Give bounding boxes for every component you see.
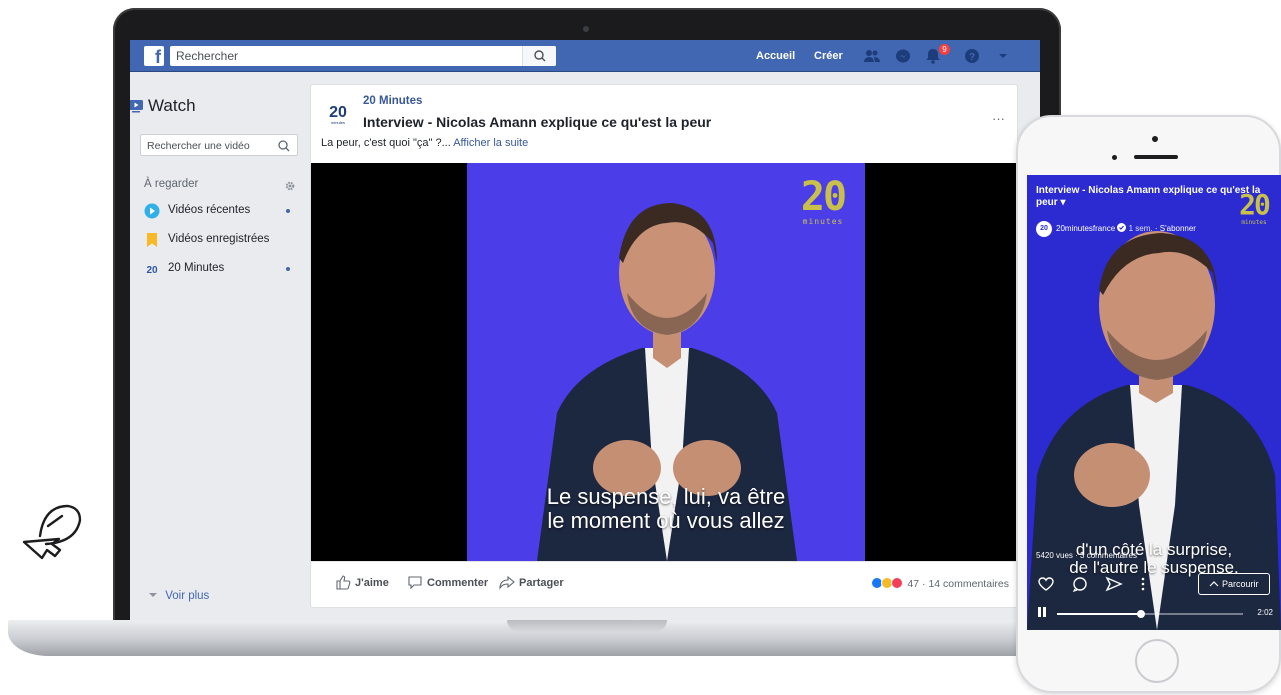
- verified-badge-icon: [1117, 223, 1127, 233]
- browse-icon: [1210, 581, 1219, 587]
- video-search-placeholder: Rechercher une vidéo: [147, 140, 250, 152]
- sidebar-item-recent-videos[interactable]: Vidéos récentes: [144, 200, 294, 222]
- phone-sensor: [1112, 155, 1117, 160]
- more-options-icon[interactable]: ···: [992, 111, 1005, 126]
- comments-count[interactable]: 14 commentaires: [928, 578, 1009, 590]
- playback-progress-fill: [1057, 613, 1141, 615]
- phone-camera: [1152, 136, 1158, 142]
- see-more-link[interactable]: Voir plus: [148, 590, 209, 602]
- page-avatar[interactable]: 20minutes: [323, 97, 353, 127]
- subtitle-line-1: Le suspense, lui, va être: [546, 484, 786, 509]
- notification-badge: 9: [939, 44, 950, 55]
- unread-dot: [286, 267, 290, 271]
- post-text-body: La peur, c'est quoi "ça" ?...: [321, 137, 451, 149]
- svg-text:20: 20: [146, 265, 158, 276]
- video-search-field[interactable]: Rechercher une vidéo: [140, 134, 298, 156]
- more-options-icon[interactable]: [1140, 576, 1146, 592]
- phone-video-duration: 2:02: [1257, 608, 1273, 617]
- phone-time-ago: 1 sem.: [1128, 224, 1153, 234]
- phone-channel-avatar[interactable]: 20: [1036, 221, 1052, 237]
- chevron-down-icon: [149, 593, 157, 597]
- video-post-card: 20 minutes 20 Minutes Interview - Nicolas…: [310, 84, 1019, 608]
- share-icon: [499, 575, 515, 590]
- watermark-sub: minutes: [802, 217, 844, 226]
- svg-text:20: 20: [329, 104, 347, 121]
- like-label: J'aime: [355, 577, 389, 589]
- watch-icon: [130, 100, 143, 113]
- see-more-label: Voir plus: [165, 590, 210, 602]
- play-icon: [144, 203, 160, 219]
- svg-text:?: ?: [969, 52, 975, 63]
- heart-icon[interactable]: [1037, 576, 1055, 592]
- watch-title-label: Watch: [148, 96, 196, 115]
- share-button[interactable]: Partager: [499, 574, 564, 590]
- search-icon: [534, 50, 546, 62]
- search-input[interactable]: Rechercher: [176, 49, 516, 63]
- phone-account-name[interactable]: 20minutesfrance: [1056, 224, 1115, 233]
- browse-button[interactable]: Parcourir: [1198, 573, 1270, 595]
- search-button[interactable]: [522, 46, 556, 66]
- post-title[interactable]: Interview - Nicolas Amann explique ce qu…: [363, 114, 711, 130]
- comment-icon[interactable]: [1071, 576, 1089, 592]
- svg-text:minutes: minutes: [331, 120, 345, 125]
- sidebar-item-20-minutes[interactable]: 20 20 Minutes: [144, 258, 294, 280]
- share-label: Partager: [519, 577, 564, 589]
- sidebar-heading-label: À regarder: [144, 178, 199, 190]
- comment-label: Commenter: [427, 577, 489, 589]
- top-bar: f Rechercher Accueil Créer 9 ?: [130, 40, 1040, 72]
- create-link[interactable]: Créer: [814, 50, 843, 62]
- subtitle-line-2: le moment où vous allez: [547, 508, 785, 533]
- stage: f Rechercher Accueil Créer 9 ? Watch Rec…: [0, 0, 1281, 695]
- messenger-icon[interactable]: [894, 48, 912, 64]
- search-icon: [278, 140, 290, 152]
- sidebar-item-label: Vidéos récentes: [168, 204, 251, 216]
- sidebar-item-saved-videos[interactable]: Vidéos enregistrées: [144, 229, 294, 251]
- facebook-logo-icon[interactable]: f: [144, 46, 164, 67]
- home-link[interactable]: Accueil: [756, 50, 795, 62]
- pause-icon[interactable]: [1037, 606, 1047, 618]
- friends-icon[interactable]: [863, 48, 881, 64]
- account-menu-chevron-down-icon[interactable]: [994, 48, 1012, 64]
- bookmark-icon: [147, 233, 157, 247]
- search-box[interactable]: Rechercher: [170, 46, 556, 66]
- send-icon[interactable]: [1105, 576, 1123, 592]
- comment-icon: [408, 576, 422, 590]
- reactions-summary[interactable]: 47 · 14 commentaires: [871, 577, 1009, 590]
- watch-title[interactable]: Watch: [130, 96, 196, 116]
- help-icon[interactable]: ?: [963, 48, 981, 64]
- phone-speaker: [1134, 155, 1178, 159]
- channel-watermark: 20 minutes: [799, 177, 847, 226]
- pointer-cursor-icon: [22, 504, 82, 560]
- unread-dot: [286, 209, 290, 213]
- phone-channel-meta: 20 20minutesfrance 1 sem. · S'abonner: [1036, 221, 1196, 237]
- video-player[interactable]: 20 minutes Le suspense, lui, va être le …: [311, 163, 1019, 561]
- playback-scrubber-handle[interactable]: [1136, 610, 1145, 618]
- post-text: La peur, c'est quoi "ça" ?... Afficher l…: [321, 137, 528, 149]
- love-reaction-icon: [891, 577, 904, 589]
- laptop-camera: [583, 26, 589, 32]
- comment-button[interactable]: Commenter: [407, 574, 488, 590]
- browse-label: Parcourir: [1222, 579, 1259, 589]
- thumbs-up-icon: [336, 575, 351, 590]
- see-more-link[interactable]: Afficher la suite: [453, 137, 528, 149]
- page-logo-icon: 20: [146, 265, 158, 276]
- watermark-number: 20: [800, 174, 847, 220]
- sidebar: Watch Rechercher une vidéo À regarder Vi…: [130, 72, 300, 620]
- sidebar-item-label: 20 Minutes: [168, 262, 225, 274]
- post-actions-bar: J'aime Commenter Partager 47 · 14 commen…: [311, 561, 1019, 607]
- phone-home-button[interactable]: [1135, 639, 1179, 683]
- reactions-count: 47: [907, 578, 920, 590]
- laptop-screen: f Rechercher Accueil Créer 9 ? Watch Rec…: [130, 40, 1040, 620]
- settings-gear-icon[interactable]: [284, 180, 296, 192]
- phone-views-count: 5420 vues · 3 commentaires: [1036, 551, 1137, 560]
- playback-progress-bar[interactable]: [1057, 610, 1243, 618]
- laptop-notch: [507, 620, 667, 632]
- sidebar-heading: À regarder: [144, 178, 198, 190]
- page-name-link[interactable]: 20 Minutes: [363, 95, 422, 107]
- like-button[interactable]: J'aime: [335, 574, 389, 590]
- phone-video-title[interactable]: Interview - Nicolas Amann explique ce qu…: [1036, 185, 1276, 209]
- phone-screen: 20 minutes Interview - Nicolas Amann exp…: [1027, 175, 1281, 630]
- sidebar-item-label: Vidéos enregistrées: [168, 233, 270, 245]
- phone-subscribe-link[interactable]: S'abonner: [1160, 224, 1196, 233]
